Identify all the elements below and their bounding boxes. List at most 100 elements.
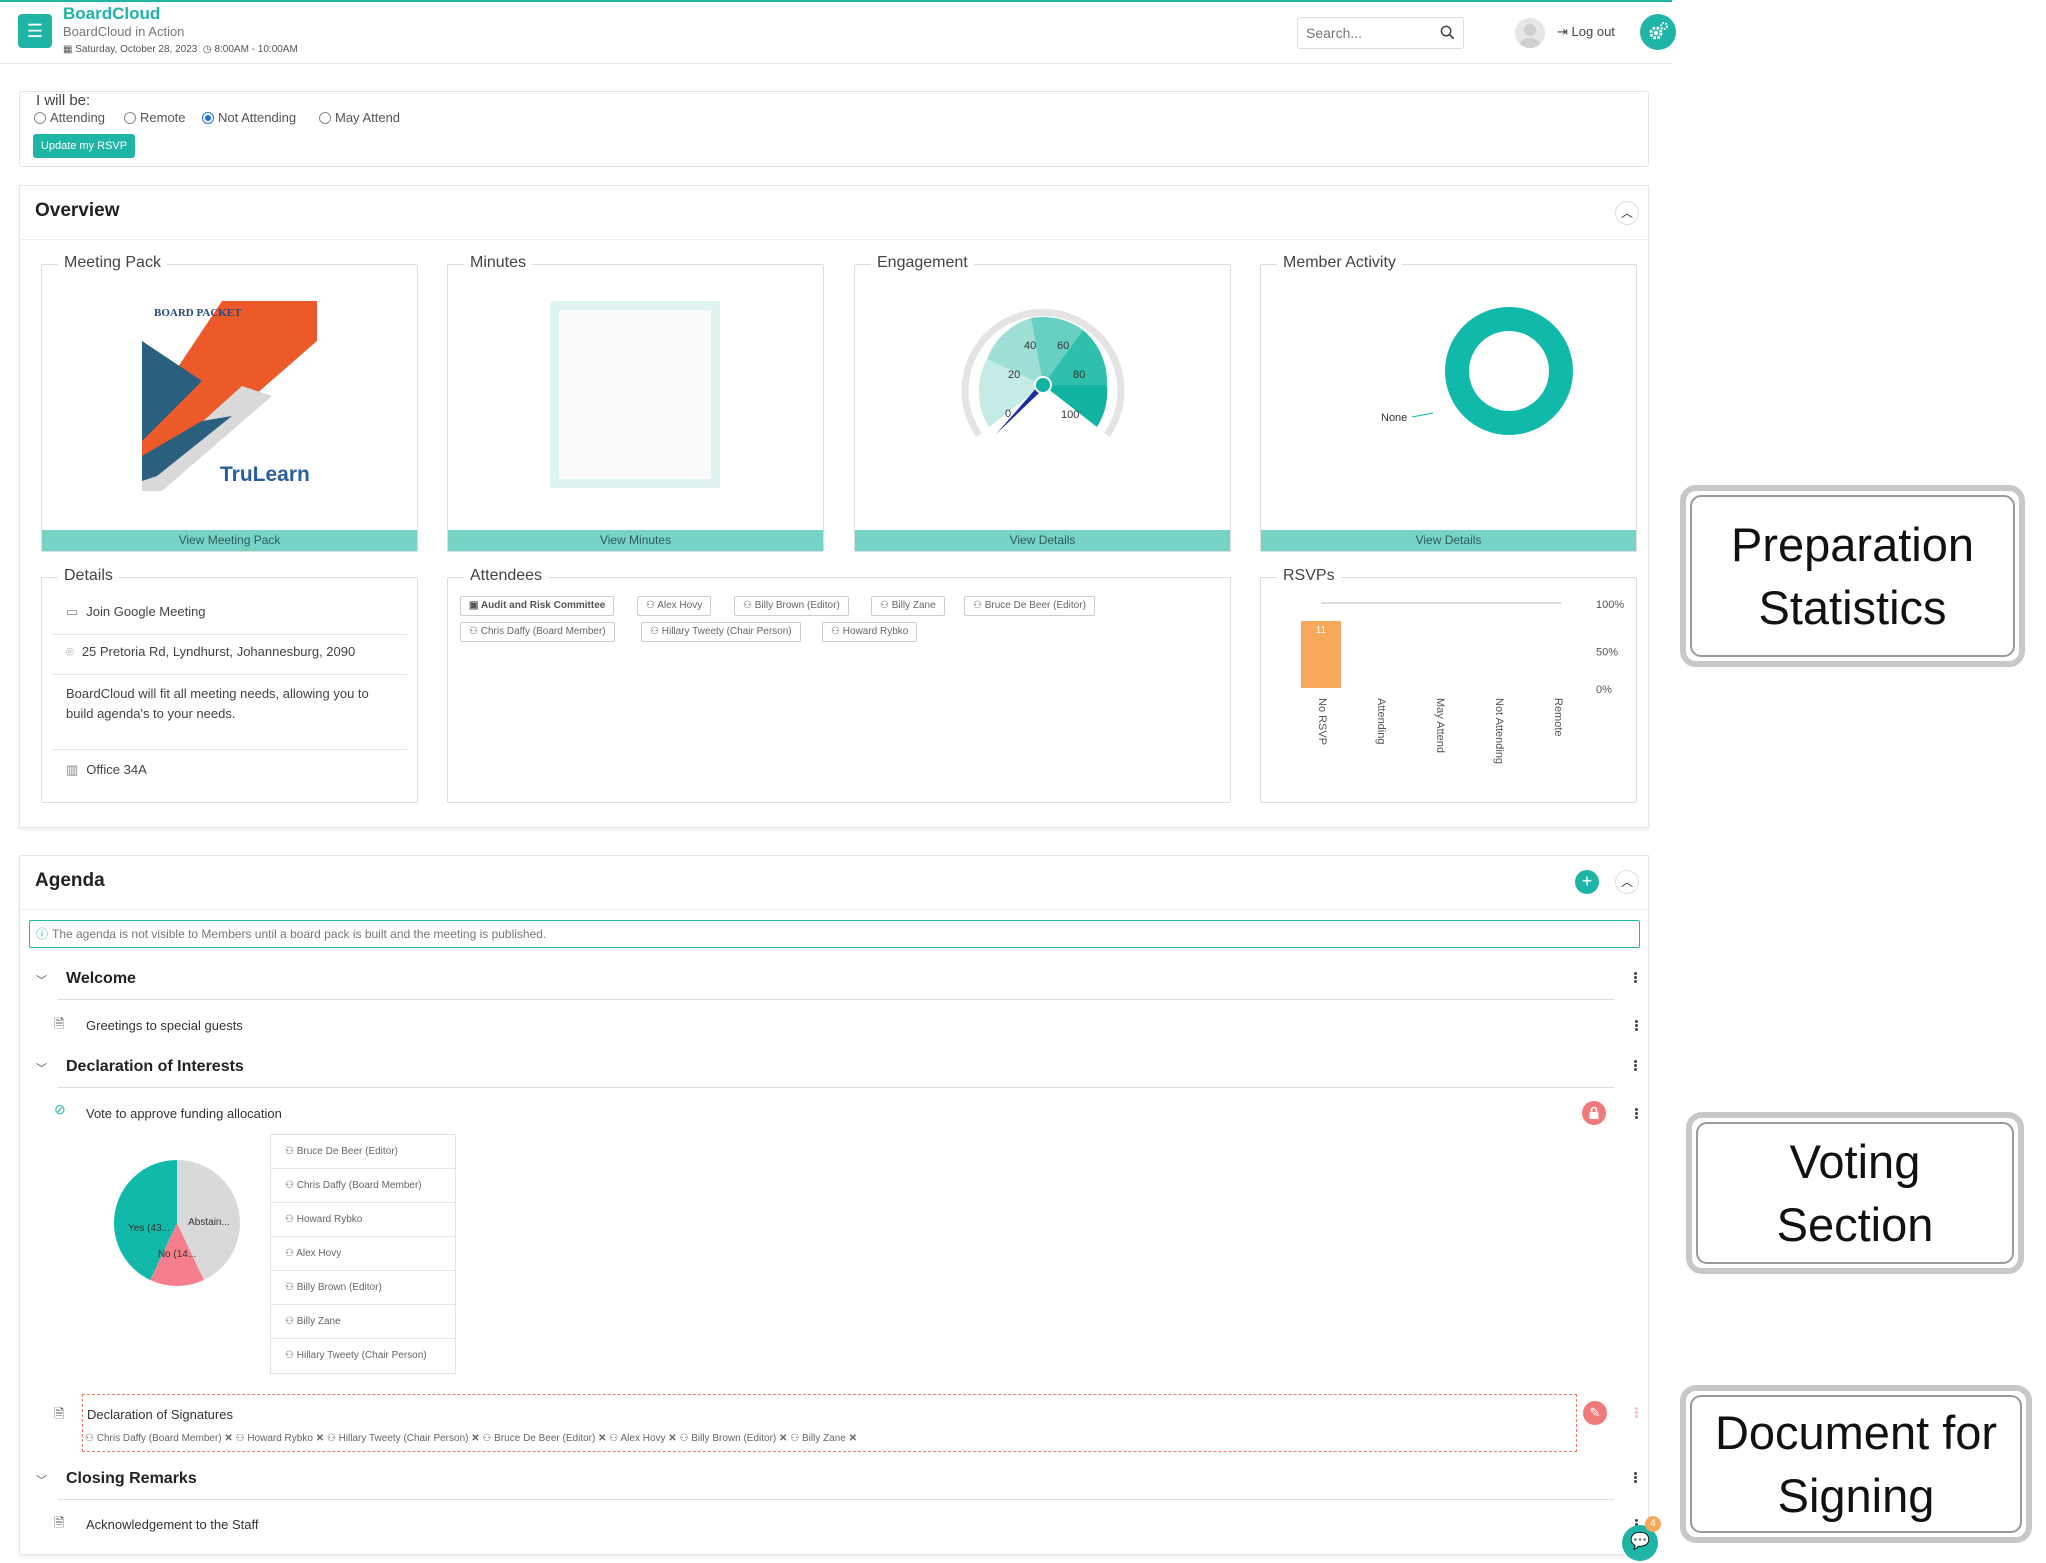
view-minutes-button[interactable]: View Minutes [448, 530, 823, 551]
signer[interactable]: ⚇ Howard Rybko ✕ [236, 1433, 325, 1444]
rsvp-option-not-attending[interactable]: Not Attending [202, 110, 296, 125]
signer-name: Billy Zane [801, 1433, 846, 1444]
view-engagement-details-button[interactable]: View Details [855, 530, 1230, 551]
more-options-icon[interactable] [1635, 1107, 1638, 1120]
lock-button[interactable] [1582, 1101, 1606, 1125]
board-packet-thumbnail[interactable]: BOARD PACKET TruLearn [142, 301, 317, 501]
radio-attending[interactable] [34, 111, 46, 124]
voter-name: Billy Zane [296, 1316, 341, 1327]
rsvp-option-may-attend[interactable]: May Attend [319, 110, 400, 125]
signer-name: Billy Brown (Editor) [691, 1433, 777, 1444]
voter-name: Hillary Tweety (Chair Person) [296, 1350, 427, 1361]
signer[interactable]: ⚇ Billy Zane ✕ [790, 1433, 857, 1444]
gauge-hub [1034, 376, 1052, 394]
voter-row: ⚇ Alex Hovy [271, 1237, 455, 1271]
rsvp-option-label: Not Attending [218, 110, 297, 125]
settings-button[interactable] [1640, 14, 1676, 50]
signer[interactable]: ⚇ Bruce De Beer (Editor) ✕ [482, 1433, 606, 1444]
attendees-title: Attendees [464, 567, 549, 585]
avatar[interactable] [1515, 18, 1545, 48]
add-agenda-item-button[interactable]: + [1575, 870, 1599, 894]
address-text: 25 Pretoria Rd, Lyndhurst, Johannesburg,… [81, 644, 356, 659]
attendee-chip[interactable]: ⚇ Hillary Tweety (Chair Person) [641, 622, 801, 642]
attendee-chip[interactable]: ⚇ Chris Daffy (Board Member) [460, 622, 615, 642]
attendee-chip[interactable]: ⚇ Billy Brown (Editor) [734, 596, 849, 616]
search-icon[interactable] [1440, 25, 1455, 40]
rsvp-option-label: May Attend [335, 110, 401, 125]
signer[interactable]: ⚇ Billy Brown (Editor) ✕ [679, 1433, 787, 1444]
view-meeting-pack-button[interactable]: View Meeting Pack [42, 530, 417, 551]
thumb-heading: BOARD PACKET [154, 307, 242, 319]
attendee-name: Billy Brown (Editor) [754, 600, 840, 611]
agenda-section-title[interactable]: Closing Remarks [66, 1470, 197, 1488]
view-member-activity-button[interactable]: View Details [1261, 530, 1636, 551]
meeting-link[interactable]: ▭ Join Google Meeting [66, 604, 206, 620]
signer[interactable]: ⚇ Alex Hovy ✕ [609, 1433, 676, 1444]
sign-button[interactable]: ✎ [1583, 1401, 1607, 1425]
chevron-down-icon[interactable]: ﹀ [36, 1472, 47, 1488]
minutes-thumbnail[interactable] [550, 301, 720, 488]
more-options-icon[interactable] [1634, 1059, 1637, 1072]
agenda-notice-text: The agenda is not visible to Members unt… [52, 927, 547, 941]
calendar-icon: ▦ [63, 44, 73, 55]
hamburger-icon: ☰ [26, 21, 44, 41]
voter-row: ⚇ Bruce De Beer (Editor) [271, 1135, 455, 1169]
signer-list: ⚇ Chris Daffy (Board Member) ✕ ⚇ Howard … [85, 1433, 857, 1444]
signer-name: Alex Hovy [620, 1433, 666, 1444]
signature-document[interactable]: Declaration of Signatures ⚇ Chris Daffy … [82, 1394, 1577, 1452]
y-tick-label: 0% [1596, 684, 1612, 696]
document-icon: 🗎 [54, 1515, 65, 1530]
attendee-chip[interactable]: ⚇ Howard Rybko [822, 622, 918, 642]
chevron-down-icon[interactable]: ﹀ [36, 1060, 47, 1076]
meeting-time: 8:00AM - 10:00AM [214, 44, 298, 55]
chevron-up-icon: ︿ [1620, 206, 1633, 220]
overview-collapse-button[interactable]: ︿ [1615, 201, 1639, 225]
app-name[interactable]: BoardCloud [63, 4, 160, 24]
document-icon: 🗎 [54, 1406, 65, 1421]
chevron-up-icon: ︿ [1620, 875, 1633, 889]
radio-may-attend[interactable] [319, 111, 331, 124]
rsvp-option-attending[interactable]: Attending [34, 110, 105, 125]
attendee-chip[interactable]: ⚇ Bruce De Beer (Editor) [964, 596, 1095, 616]
radio-remote[interactable] [124, 111, 136, 124]
agenda-item[interactable]: Acknowledgement to the Staff [86, 1517, 258, 1532]
engagement-gauge: 20 40 60 80 100 0 [961, 308, 1125, 437]
meeting-pack-card: Meeting Pack BOARD PACKET TruLearn View … [41, 254, 418, 552]
logout-link[interactable]: ⇥ Log out [1557, 24, 1615, 40]
agenda-item[interactable]: Greetings to special guests [86, 1018, 243, 1033]
agenda-section-title[interactable]: Welcome [66, 970, 136, 988]
agenda-collapse-button[interactable]: ︿ [1615, 870, 1639, 894]
divider [58, 1087, 1614, 1088]
committee-chip[interactable]: ▣ Audit and Risk Committee [460, 596, 615, 616]
plus-icon: + [1581, 871, 1593, 891]
more-options-icon[interactable] [1635, 1019, 1638, 1032]
engagement-card: Engagement 20 40 60 80 100 0 View Detail… [854, 254, 1231, 552]
app-header: ☰ BoardCloud BoardCloud in Action ▦ Satu… [0, 0, 1676, 64]
attendee-chip[interactable]: ⚇ Billy Zane [871, 596, 945, 616]
signer[interactable]: ⚇ Hillary Tweety (Chair Person) ✕ [327, 1433, 480, 1444]
signer[interactable]: ⚇ Chris Daffy (Board Member) ✕ [85, 1433, 233, 1444]
more-options-icon[interactable] [1635, 1406, 1638, 1419]
search-input[interactable] [1298, 18, 1428, 48]
meeting-address: ⌾ 25 Pretoria Rd, Lyndhurst, Johannesbur… [66, 644, 355, 660]
update-rsvp-button[interactable]: Update my RSVP [33, 134, 135, 158]
rsvp-option-remote[interactable]: Remote [124, 110, 186, 125]
more-options-icon[interactable] [1634, 971, 1637, 984]
divider [20, 239, 1648, 240]
attendee-name: Bruce De Beer (Editor) [984, 600, 1086, 611]
more-options-icon[interactable] [1634, 1471, 1637, 1484]
chevron-down-icon[interactable]: ﹀ [36, 972, 47, 988]
attendee-name: Chris Daffy (Board Member) [480, 626, 606, 637]
attendee-chip[interactable]: ⚇ Alex Hovy [637, 596, 712, 616]
rsvp-bar-chart: 100% 50% 0% 11 No RSVP Attending May Attend Not… [1301, 599, 1624, 764]
member-activity-title: Member Activity [1277, 254, 1402, 272]
search-box[interactable] [1297, 17, 1464, 49]
voter-name: Alex Hovy [296, 1248, 342, 1259]
agenda-notice: ⓘ The agenda is not visible to Members u… [29, 920, 1640, 948]
menu-button[interactable]: ☰ [18, 14, 52, 48]
pie-label: No (14... [158, 1249, 196, 1260]
agenda-panel: Agenda + ︿ ⓘ The agenda is not visible t… [19, 855, 1649, 1555]
radio-not-attending[interactable] [202, 111, 214, 124]
agenda-item-vote[interactable]: Vote to approve funding allocation [86, 1106, 282, 1121]
agenda-section-title[interactable]: Declaration of Interests [66, 1058, 244, 1076]
